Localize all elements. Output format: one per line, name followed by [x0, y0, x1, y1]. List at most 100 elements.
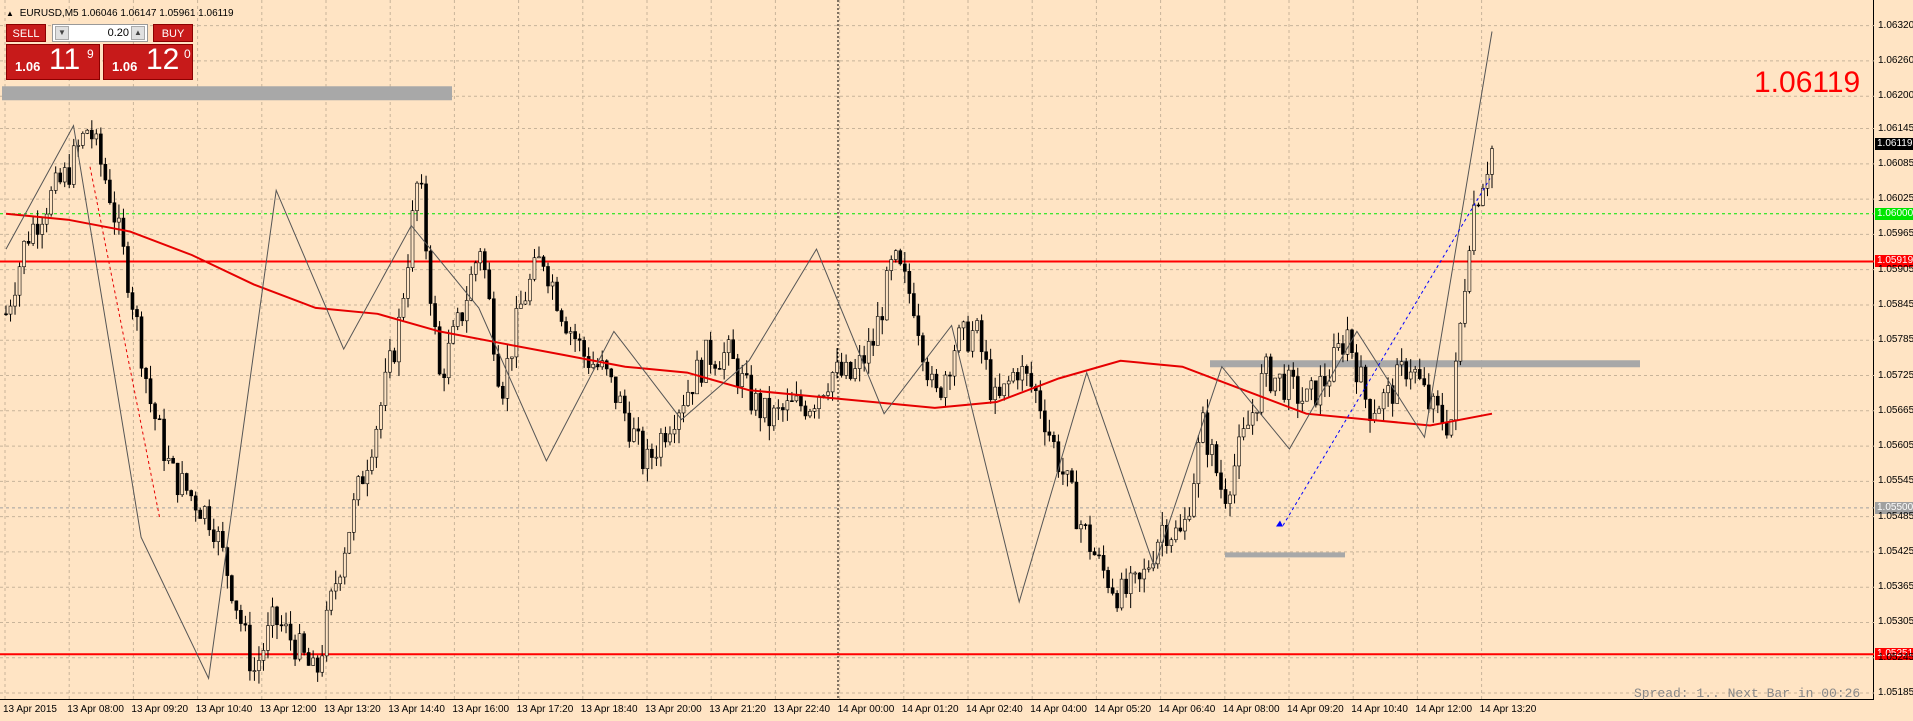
candle-bull	[1377, 408, 1381, 414]
candle-bull	[469, 273, 474, 301]
candle-bull	[866, 341, 871, 364]
price-axis-label: 1.06085	[1878, 157, 1913, 169]
candle-bear	[1363, 366, 1368, 400]
price-axis-label: 1.05245	[1878, 651, 1913, 663]
candle-bear	[997, 386, 1002, 396]
candle-bull	[952, 350, 957, 377]
candle-bull	[31, 223, 35, 244]
price-axis-label: 1.05845	[1878, 298, 1913, 310]
candle-bull	[1196, 441, 1201, 484]
candle-bull	[1241, 428, 1246, 438]
candle-bull	[166, 458, 171, 462]
candle-bull	[324, 609, 329, 657]
buy-price-fraction: 0	[184, 47, 191, 61]
candle-bear	[636, 428, 641, 432]
candle-bull	[1002, 383, 1006, 396]
candle-bull	[772, 407, 776, 427]
candle-bull	[961, 321, 966, 329]
candle-bull	[406, 267, 410, 299]
candle-bull	[1259, 373, 1264, 413]
candle-bull	[17, 266, 22, 296]
candle-bear	[650, 448, 654, 458]
candle-bear	[1061, 471, 1065, 475]
candle-bull	[528, 278, 532, 302]
candle-bear	[1106, 570, 1110, 589]
candle-bull	[270, 606, 275, 626]
sell-price-box[interactable]: 1.06 11 9	[6, 43, 100, 80]
chart-canvas[interactable]	[0, 0, 1874, 700]
price-axis-label: 1.06145	[1878, 122, 1913, 134]
candle-bull	[320, 655, 324, 673]
candle-bull	[53, 172, 58, 191]
candle-bull	[1431, 395, 1436, 410]
candle-bear	[582, 340, 586, 357]
candle-bull	[1020, 366, 1025, 381]
lot-size-input[interactable]	[71, 26, 129, 40]
candle-bull	[1146, 567, 1151, 570]
candle-bear	[1445, 422, 1449, 436]
time-axis-label: 14 Apr 02:40	[966, 704, 1023, 715]
candle-bull	[1408, 371, 1413, 380]
candle-bear	[641, 430, 645, 469]
candle-bear	[898, 250, 903, 265]
price-axis[interactable]: 1.06119 1.06000 1.05919 1.05500 1.05251 …	[1874, 0, 1913, 721]
time-axis-label: 14 Apr 05:20	[1094, 704, 1152, 715]
candle-bear	[1178, 527, 1183, 532]
candle-bull	[1277, 373, 1282, 379]
sell-price-fraction: 9	[87, 47, 94, 61]
candle-bear	[871, 341, 876, 346]
candle-bull	[365, 470, 370, 485]
time-axis-label: 13 Apr 17:20	[516, 704, 574, 715]
candle-bear	[1074, 481, 1079, 530]
candle-bull	[1006, 380, 1011, 385]
candle-bear	[848, 361, 853, 379]
candle-bear	[103, 163, 108, 181]
candle-bull	[884, 270, 889, 321]
sell-button[interactable]: SELL	[6, 24, 46, 42]
time-axis-label: 14 Apr 10:40	[1351, 704, 1408, 715]
candle-bear	[288, 623, 293, 641]
candle-bear	[699, 359, 704, 383]
candle-bear	[302, 633, 306, 653]
candle-bear	[1291, 369, 1296, 377]
lot-decrease-icon[interactable]: ▼	[55, 26, 69, 40]
candle-bull	[519, 303, 523, 309]
chart-area[interactable]	[0, 0, 1874, 700]
candle-bull	[473, 262, 478, 275]
candle-bull	[726, 339, 731, 353]
candle-bull	[85, 129, 90, 134]
candle-bull	[681, 405, 686, 414]
candle-bull	[71, 145, 76, 185]
price-axis-label: 1.05605	[1878, 440, 1913, 452]
price-axis-label: 1.05905	[1878, 263, 1913, 275]
candle-bear	[293, 639, 297, 660]
candle-bull	[478, 251, 483, 264]
price-axis-label: 1.05785	[1878, 334, 1913, 346]
candle-bear	[731, 339, 735, 360]
candle-bear	[1214, 444, 1219, 474]
candle-bear	[189, 490, 193, 497]
buy-button[interactable]: BUY	[153, 24, 193, 42]
lot-increase-icon[interactable]: ▲	[131, 26, 145, 40]
candle-bear	[1137, 572, 1142, 580]
collapse-triangle-icon[interactable]: ▲	[6, 9, 14, 18]
candle-bear	[1097, 554, 1101, 557]
candle-bull	[550, 281, 555, 287]
candle-bear	[1341, 343, 1345, 355]
candle-bull	[1300, 400, 1305, 404]
candle-bear	[482, 251, 487, 271]
price-axis-label: 1.05965	[1878, 228, 1913, 240]
candle-bear	[230, 575, 234, 602]
top-left-zone	[2, 86, 452, 101]
candle-bear	[1268, 356, 1273, 392]
buy-price-box[interactable]: 1.06 12 0	[103, 43, 193, 80]
candle-bull	[853, 368, 857, 379]
candle-bull	[785, 400, 790, 411]
time-axis-label: 14 Apr 00:00	[837, 704, 895, 715]
time-axis[interactable]: 13 Apr 2015 13 Apr 08:00 13 Apr 09:20 13 Ap…	[0, 700, 1874, 721]
candle-bull	[333, 583, 338, 592]
time-axis-label: 14 Apr 04:00	[1030, 704, 1087, 715]
candle-bear	[184, 473, 189, 491]
candle-bear	[1417, 369, 1422, 379]
candle-bull	[80, 133, 85, 146]
